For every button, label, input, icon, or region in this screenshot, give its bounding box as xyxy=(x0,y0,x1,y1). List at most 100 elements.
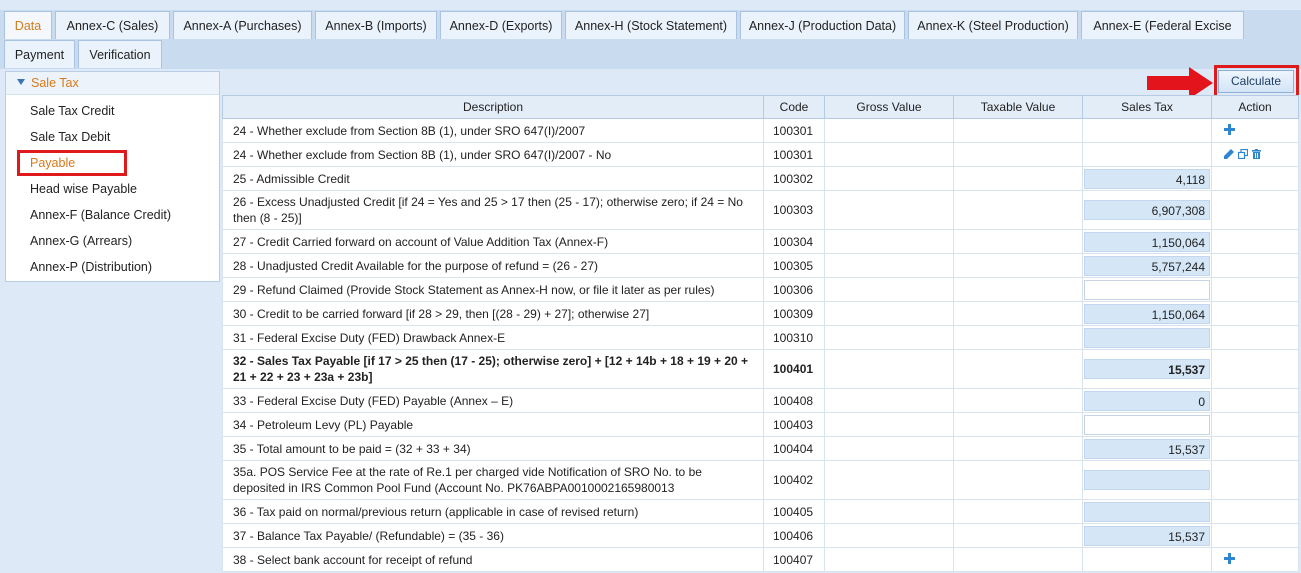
cell-sales-tax xyxy=(1082,325,1212,350)
cell-taxable-value xyxy=(953,460,1083,500)
sales-tax-field[interactable]: 6,907,308 xyxy=(1084,200,1210,220)
cell-sales-tax: 5,757,244 xyxy=(1082,253,1212,278)
cell-code: 100408 xyxy=(763,388,825,413)
cell-gross-value xyxy=(824,547,954,572)
sales-tax-field[interactable] xyxy=(1084,470,1210,490)
cell-taxable-value xyxy=(953,436,1083,461)
cell-code: 100301 xyxy=(763,118,825,143)
cell-gross-value xyxy=(824,277,954,302)
cell-description: 30 - Credit to be carried forward [if 28… xyxy=(222,301,764,326)
cell-description: 36 - Tax paid on normal/previous return … xyxy=(222,499,764,524)
cell-taxable-value xyxy=(953,142,1083,167)
pencil-icon[interactable] xyxy=(1224,147,1234,163)
sales-tax-field[interactable]: 1,150,064 xyxy=(1084,231,1210,252)
cell-sales-tax xyxy=(1082,142,1212,167)
cell-taxable-value xyxy=(953,229,1083,254)
cell-gross-value xyxy=(824,523,954,548)
table-row: 32 - Sales Tax Payable [if 17 > 25 then … xyxy=(222,349,1299,389)
cell-taxable-value xyxy=(953,118,1083,143)
sales-tax-field[interactable] xyxy=(1084,501,1210,522)
table-row: 29 - Refund Claimed (Provide Stock State… xyxy=(222,277,1299,302)
cell-gross-value xyxy=(824,412,954,437)
tab-annex-d-exports[interactable]: Annex-D (Exports) xyxy=(440,11,562,39)
cell-taxable-value xyxy=(953,301,1083,326)
trash-icon[interactable] xyxy=(1252,147,1261,163)
cell-taxable-value xyxy=(953,388,1083,413)
cell-code: 100402 xyxy=(763,460,825,500)
action-icons xyxy=(1220,123,1290,139)
sales-tax-field[interactable]: 1,150,064 xyxy=(1084,303,1210,324)
sidebar-item-annex-p[interactable]: Annex-P (Distribution) xyxy=(30,258,152,276)
cell-action xyxy=(1211,499,1299,524)
sidebar-section-sale-tax[interactable]: Sale Tax xyxy=(6,72,219,95)
sidebar: Sale Tax Sale Tax Credit Sale Tax Debit … xyxy=(5,71,220,282)
cell-code: 100309 xyxy=(763,301,825,326)
sales-tax-field[interactable]: 0 xyxy=(1084,390,1210,411)
cell-gross-value xyxy=(824,301,954,326)
tab-bar: Data Annex-C (Sales) Annex-A (Purchases)… xyxy=(0,0,1301,69)
cell-action xyxy=(1211,166,1299,191)
sales-tax-field[interactable] xyxy=(1084,279,1210,300)
cell-gross-value xyxy=(824,118,954,143)
table-row: 37 - Balance Tax Payable/ (Refundable) =… xyxy=(222,523,1299,548)
cell-code: 100305 xyxy=(763,253,825,278)
cell-sales-tax: 0 xyxy=(1082,388,1212,413)
tab-annex-e-federal-excise[interactable]: Annex-E (Federal Excise xyxy=(1081,11,1244,39)
cell-sales-tax xyxy=(1082,118,1212,143)
cell-description: 27 - Credit Carried forward on account o… xyxy=(222,229,764,254)
plus-icon[interactable] xyxy=(1224,123,1235,139)
cell-code: 100306 xyxy=(763,277,825,302)
sidebar-item-sale-tax-debit[interactable]: Sale Tax Debit xyxy=(30,128,110,146)
caret-down-icon[interactable] xyxy=(17,79,25,85)
tab-payment[interactable]: Payment xyxy=(4,40,75,68)
table-row: 36 - Tax paid on normal/previous return … xyxy=(222,499,1299,524)
column-header-action: Action xyxy=(1211,95,1299,119)
cell-gross-value xyxy=(824,229,954,254)
cell-description: 38 - Select bank account for receipt of … xyxy=(222,547,764,572)
cell-action xyxy=(1211,412,1299,437)
cell-sales-tax xyxy=(1082,499,1212,524)
cell-code: 100404 xyxy=(763,436,825,461)
sidebar-item-head-wise-payable[interactable]: Head wise Payable xyxy=(30,180,137,198)
tab-annex-k-steel-production[interactable]: Annex-K (Steel Production) xyxy=(908,11,1078,39)
sidebar-item-annex-g[interactable]: Annex-G (Arrears) xyxy=(30,232,132,250)
table-row: 28 - Unadjusted Credit Available for the… xyxy=(222,253,1299,278)
action-icons xyxy=(1220,147,1290,163)
cell-action xyxy=(1211,349,1299,389)
cell-description: 33 - Federal Excise Duty (FED) Payable (… xyxy=(222,388,764,413)
plus-icon[interactable] xyxy=(1224,552,1235,568)
sidebar-item-annex-f[interactable]: Annex-F (Balance Credit) xyxy=(30,206,171,224)
cell-action xyxy=(1211,118,1299,143)
table-row: 27 - Credit Carried forward on account o… xyxy=(222,229,1299,254)
cell-description: 35 - Total amount to be paid = (32 + 33 … xyxy=(222,436,764,461)
column-header-taxable-value: Taxable Value xyxy=(953,95,1083,119)
tab-annex-j-production-data[interactable]: Annex-J (Production Data) xyxy=(740,11,905,39)
table-row: 35 - Total amount to be paid = (32 + 33 … xyxy=(222,436,1299,461)
sales-tax-field[interactable]: 15,537 xyxy=(1084,525,1210,546)
cell-code: 100403 xyxy=(763,412,825,437)
column-header-gross-value: Gross Value xyxy=(824,95,954,119)
sales-tax-field[interactable]: 15,537 xyxy=(1084,359,1210,379)
tab-annex-b-imports[interactable]: Annex-B (Imports) xyxy=(315,11,437,39)
sales-tax-field[interactable]: 5,757,244 xyxy=(1084,255,1210,276)
action-icons xyxy=(1220,552,1290,568)
cell-sales-tax xyxy=(1082,412,1212,437)
sales-tax-field[interactable]: 4,118 xyxy=(1084,168,1210,189)
cell-action xyxy=(1211,325,1299,350)
tab-annex-a-purchases[interactable]: Annex-A (Purchases) xyxy=(173,11,312,39)
sidebar-item-sale-tax-credit[interactable]: Sale Tax Credit xyxy=(30,102,115,120)
copy-icon[interactable] xyxy=(1237,147,1249,163)
cell-code: 100304 xyxy=(763,229,825,254)
sales-tax-field[interactable]: 15,537 xyxy=(1084,438,1210,459)
tab-annex-h-stock-statement[interactable]: Annex-H (Stock Statement) xyxy=(565,11,737,39)
calculate-button[interactable]: Calculate xyxy=(1218,70,1294,93)
cell-sales-tax: 1,150,064 xyxy=(1082,229,1212,254)
column-header-sales-tax: Sales Tax xyxy=(1082,95,1212,119)
sales-tax-field[interactable] xyxy=(1084,414,1210,435)
tab-verification[interactable]: Verification xyxy=(78,40,162,68)
sales-tax-field[interactable] xyxy=(1084,327,1210,348)
cell-gross-value xyxy=(824,349,954,389)
tab-annex-c-sales[interactable]: Annex-C (Sales) xyxy=(55,11,170,39)
cell-action xyxy=(1211,547,1299,572)
tab-data[interactable]: Data xyxy=(4,11,52,39)
